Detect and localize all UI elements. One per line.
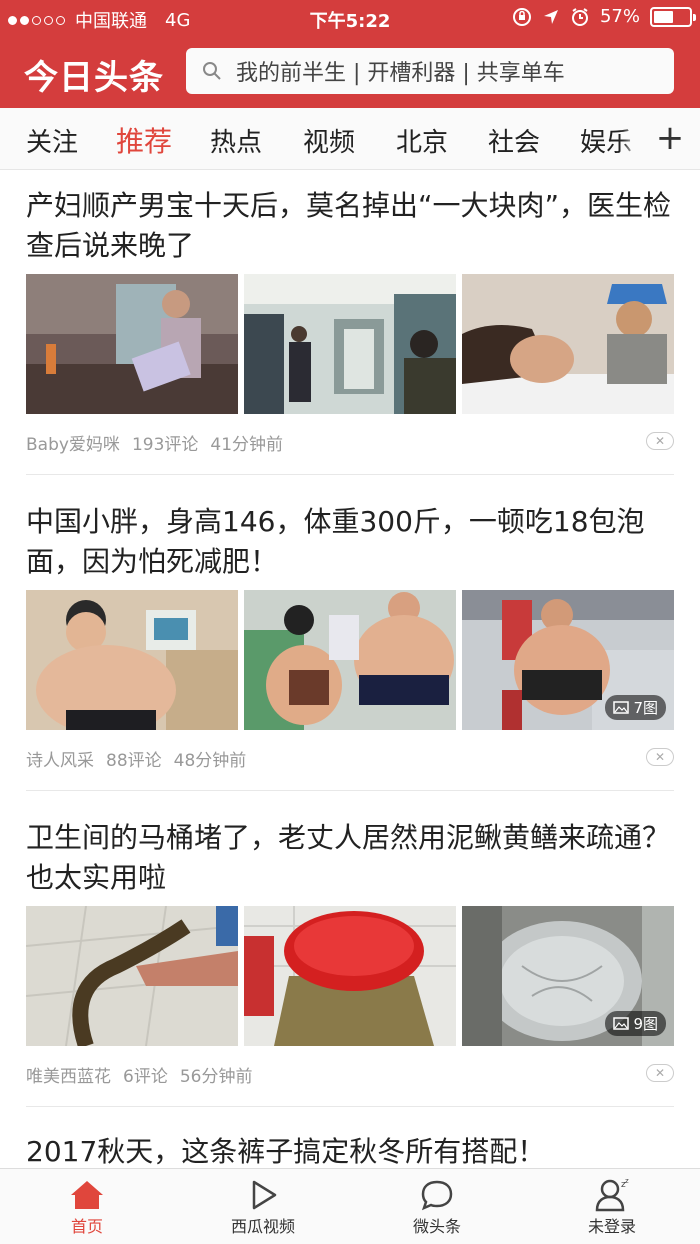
image-count-badge: 9图 [605, 1011, 666, 1036]
article-source[interactable]: 诗人风采 [26, 751, 94, 771]
publish-time: 56分钟前 [179, 1067, 253, 1087]
article-title[interactable]: 2017秋天，这条裤子搞定秋冬所有搭配！ [26, 1132, 676, 1172]
article-source[interactable]: 唯美西蓝花 [26, 1067, 111, 1087]
article-title[interactable]: 产妇顺产男宝十天后，莫名掉出“一大块肉”，医生检查后说来晚了 [26, 186, 676, 266]
nav-micro-label: 微头条 [412, 1217, 461, 1236]
close-icon: ✕ [654, 434, 666, 448]
user-icon: zz [595, 1178, 629, 1212]
bottom-nav: 首页 西瓜视频 微头条 zz 未登录 [0, 1168, 700, 1244]
close-icon: ✕ [654, 1066, 666, 1080]
dislike-button[interactable]: ✕ [646, 748, 674, 766]
comment-count: 6评论 [123, 1067, 168, 1087]
thumbnail-image[interactable] [244, 274, 456, 414]
thumbnail-image[interactable] [244, 590, 456, 730]
article-meta: Baby爱妈咪 193评论 41分钟前 [26, 430, 295, 455]
thumbnail-image[interactable]: 9图 [462, 906, 674, 1046]
nav-home-label: 首页 [70, 1217, 103, 1236]
article-title[interactable]: 卫生间的马桶堵了，老丈人居然用泥鳅黄鳝来疏通？也太实用啦 [26, 818, 676, 898]
tab-follow[interactable]: 关注 [26, 122, 78, 159]
dislike-button[interactable]: ✕ [646, 1064, 674, 1082]
divider [26, 1106, 674, 1107]
battery-icon [650, 6, 696, 27]
article-images[interactable]: 7图 [26, 590, 674, 730]
article-images[interactable]: 9图 [26, 906, 674, 1046]
article-title[interactable]: 中国小胖，身高146，体重300斤，一顿吃18包泡面，因为怕死减肥！ [26, 502, 676, 582]
article-images[interactable] [26, 274, 674, 414]
publish-time: 41分钟前 [210, 435, 284, 455]
search-bar[interactable]: 我的前半生 | 开槽利器 | 共享单车 [186, 48, 674, 94]
thumbnail-image[interactable] [244, 906, 456, 1046]
search-placeholder: 我的前半生 | 开槽利器 | 共享单车 [236, 61, 565, 86]
image-count: 7图 [633, 699, 658, 717]
battery-fill [654, 10, 674, 23]
publish-time: 48分钟前 [173, 751, 247, 771]
thumbnail-image[interactable] [26, 590, 238, 730]
divider [26, 790, 674, 791]
battery-percent: 57% [599, 6, 640, 27]
nav-home[interactable]: 首页 [17, 1177, 157, 1237]
app-logo[interactable]: 今日头条 [24, 50, 164, 99]
comment-count: 88评论 [106, 751, 162, 771]
tab-video[interactable]: 视频 [303, 122, 355, 159]
channel-tabs: 关注 推荐 热点 视频 北京 社会 娱乐 + [0, 108, 700, 170]
location-icon [543, 9, 558, 24]
thumbnail-image[interactable]: 7图 [462, 590, 674, 730]
dislike-button[interactable]: ✕ [646, 432, 674, 450]
search-icon [203, 62, 221, 80]
nav-micro-headline[interactable]: 微头条 [367, 1177, 507, 1237]
nav-login-label: 未登录 [587, 1217, 636, 1236]
thumbnail-image[interactable] [26, 906, 238, 1046]
thumbnail-image[interactable] [462, 274, 674, 414]
tab-recommend[interactable]: 推荐 [116, 120, 172, 160]
tab-hot[interactable]: 热点 [210, 122, 262, 159]
status-bar: 中国联通 4G 下午5:22 57% [0, 0, 700, 36]
tab-entertainment[interactable]: 娱乐 [580, 122, 632, 159]
svg-text:z: z [625, 1178, 629, 1185]
thumbnail-image[interactable] [26, 274, 238, 414]
home-icon [71, 1181, 103, 1209]
image-icon [613, 1017, 630, 1030]
alarm-icon [571, 7, 588, 26]
add-channel-button[interactable]: + [640, 108, 700, 169]
comment-count: 193评论 [131, 435, 199, 455]
image-count-badge: 7图 [605, 695, 666, 720]
chat-bubble-icon [421, 1180, 453, 1211]
image-icon [613, 701, 630, 714]
nav-xigua-video[interactable]: 西瓜视频 [193, 1177, 333, 1237]
tab-beijing[interactable]: 北京 [396, 122, 448, 159]
article-source[interactable]: Baby爱妈咪 [26, 435, 120, 455]
close-icon: ✕ [654, 750, 666, 764]
rotation-lock-icon [512, 7, 531, 26]
nav-xigua-label: 西瓜视频 [230, 1217, 295, 1236]
divider [26, 474, 674, 475]
image-count: 9图 [633, 1015, 658, 1033]
top-bar: 中国联通 4G 下午5:22 57% 今日头条 我的前半生 | 开槽利器 | 共… [0, 0, 700, 108]
plus-icon: + [655, 118, 685, 158]
nav-login[interactable]: zz 未登录 [542, 1177, 682, 1237]
tab-society[interactable]: 社会 [488, 122, 540, 159]
article-meta: 唯美西蓝花 6评论 56分钟前 [26, 1062, 264, 1087]
play-icon [252, 1180, 277, 1210]
article-meta: 诗人风采 88评论 48分钟前 [26, 746, 258, 771]
